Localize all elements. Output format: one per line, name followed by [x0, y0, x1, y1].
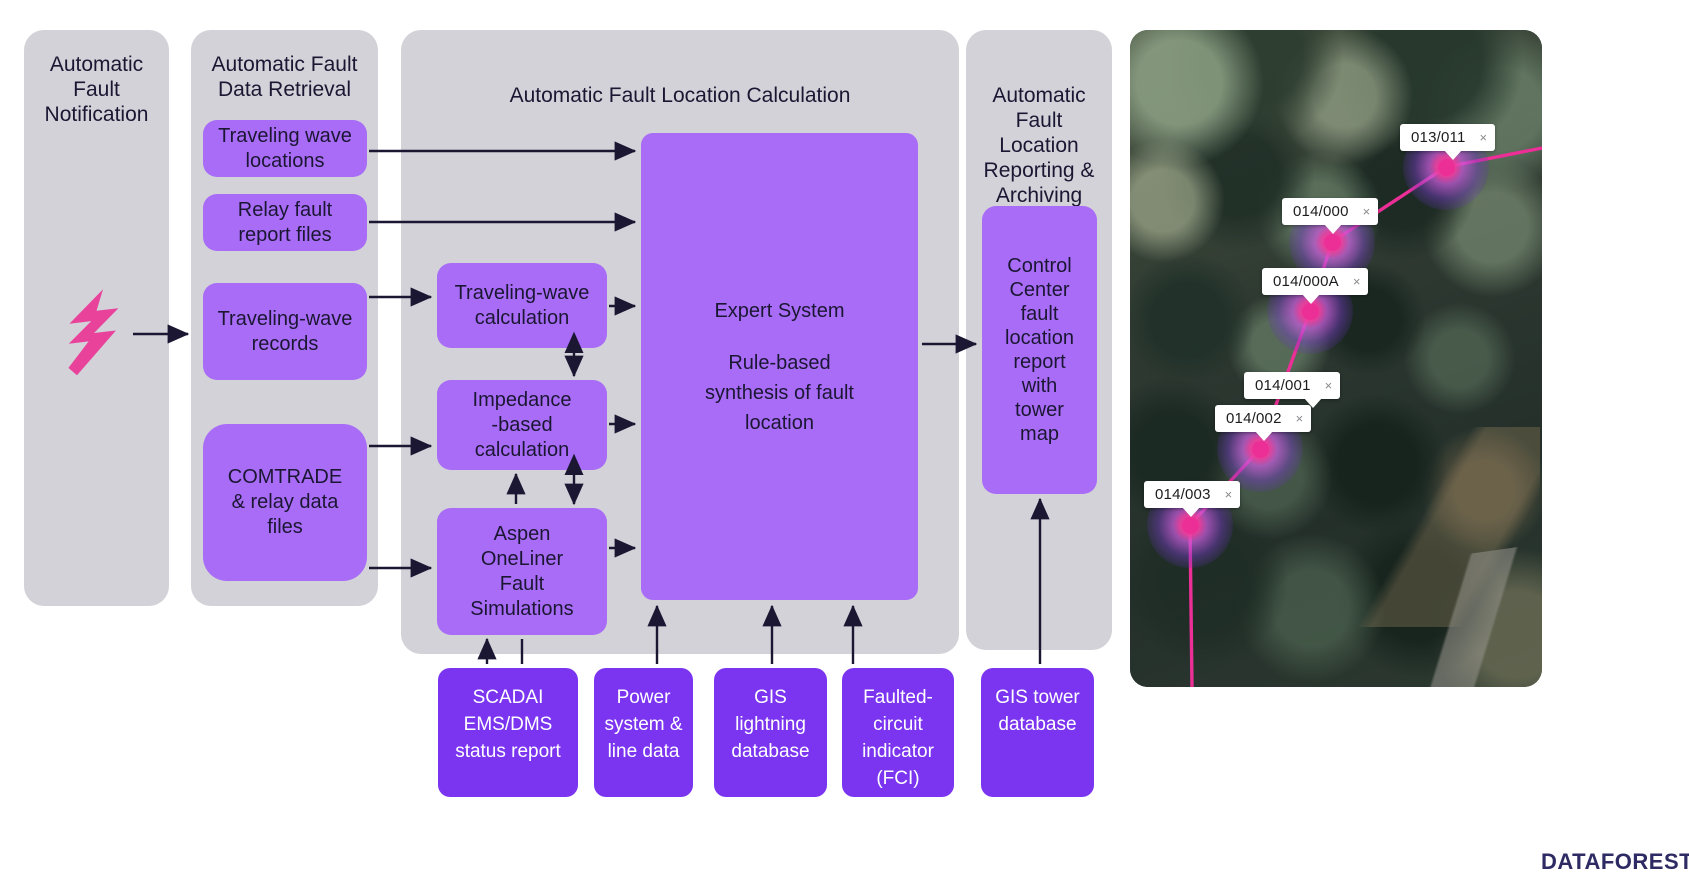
map-callout-014-003[interactable]: 014/003 × — [1144, 481, 1241, 517]
close-icon[interactable]: × — [1325, 379, 1333, 392]
expert-system-heading: Expert System — [714, 299, 845, 322]
node-expert-system[interactable]: Expert System Rule-based synthesis of fa… — [641, 133, 918, 600]
source-scada-ems-dms-status-report[interactable]: SCADAI EMS/DMS status report — [438, 668, 578, 797]
node-traveling-wave-records[interactable]: Traveling-wave records — [203, 283, 367, 380]
diagram-canvas: Automatic Fault Notification Automatic F… — [0, 0, 1689, 892]
close-icon[interactable]: × — [1353, 275, 1361, 288]
expert-system-subtext: Rule-based synthesis of fault location — [705, 351, 854, 434]
callout-tail — [1255, 431, 1273, 441]
source-faulted-circuit-indicator-results[interactable]: Faulted- circuit indicator (FCI) results — [842, 668, 954, 816]
close-icon[interactable]: × — [1363, 205, 1371, 218]
callout-label: 014/003 — [1155, 486, 1211, 503]
source-power-system-line-data[interactable]: Power system & line data — [594, 668, 693, 797]
map-callout-013-011[interactable]: 013/011 × — [1400, 124, 1496, 160]
callout-tail — [1444, 150, 1462, 160]
callout-tail — [1302, 294, 1320, 304]
stage-title-notification: Automatic Fault Notification — [44, 53, 149, 126]
source-gis-tower-database[interactable]: GIS tower database — [981, 668, 1094, 797]
node-impedance-based-calculation[interactable]: Impedance -based calculation — [437, 380, 607, 470]
tower-pin-014-003[interactable] — [1181, 516, 1199, 534]
stage-title-calculation: Automatic Fault Location Calculation — [509, 84, 851, 107]
tower-pin-014-002[interactable] — [1251, 440, 1269, 458]
callout-label: 014/002 — [1226, 410, 1282, 427]
map-callout-014-001[interactable]: 014/001 × — [1244, 372, 1341, 408]
node-aspen-oneliner-fault-simulations[interactable]: Aspen OneLiner Fault Simulations — [437, 508, 607, 635]
node-relay-fault-report-files[interactable]: Relay fault report files — [203, 194, 367, 251]
node-control-center-fault-location-report[interactable]: Control Center fault location report wit… — [982, 206, 1097, 494]
dataforest-logo: DATAFOREST — [1537, 838, 1689, 886]
close-icon[interactable]: × — [1225, 488, 1233, 501]
close-icon[interactable]: × — [1296, 412, 1304, 425]
callout-label: 014/001 — [1255, 377, 1311, 394]
close-icon[interactable]: × — [1480, 131, 1488, 144]
tower-pin-014-000[interactable] — [1323, 233, 1341, 251]
map-callout-014-002[interactable]: 014/002 × — [1215, 405, 1312, 441]
node-comtrade-relay-data-files[interactable]: COMTRADE & relay data files — [203, 424, 367, 581]
callout-tail — [1324, 224, 1342, 234]
stage-title-retrieval: Automatic Fault Data Retrieval — [211, 53, 358, 101]
stage-title-reporting: Automatic Fault Location Reporting & Arc… — [983, 84, 1095, 207]
node-traveling-wave-calculation[interactable]: Traveling-wave calculation — [437, 263, 607, 348]
node-traveling-wave-locations[interactable]: Traveling wave locations — [203, 120, 367, 177]
tower-pin-013-011[interactable] — [1437, 158, 1455, 176]
logo-wordmark: DATAFOREST — [1541, 849, 1689, 874]
callout-tail — [1182, 507, 1200, 517]
tower-map-panel[interactable]: 013/011 × 014/000 × 014/000A × 014/001 ×… — [1130, 30, 1542, 687]
source-gis-lightning-database[interactable]: GIS lightning database — [714, 668, 827, 797]
callout-label: 014/000 — [1293, 203, 1349, 220]
lightning-bolt-icon — [62, 288, 126, 376]
tower-pin-014-000a[interactable] — [1301, 302, 1319, 320]
callout-label: 014/000A — [1273, 273, 1339, 290]
map-callout-014-000a[interactable]: 014/000A × — [1262, 268, 1369, 304]
map-callout-014-000[interactable]: 014/000 × — [1282, 198, 1379, 234]
callout-label: 013/011 — [1411, 129, 1466, 146]
